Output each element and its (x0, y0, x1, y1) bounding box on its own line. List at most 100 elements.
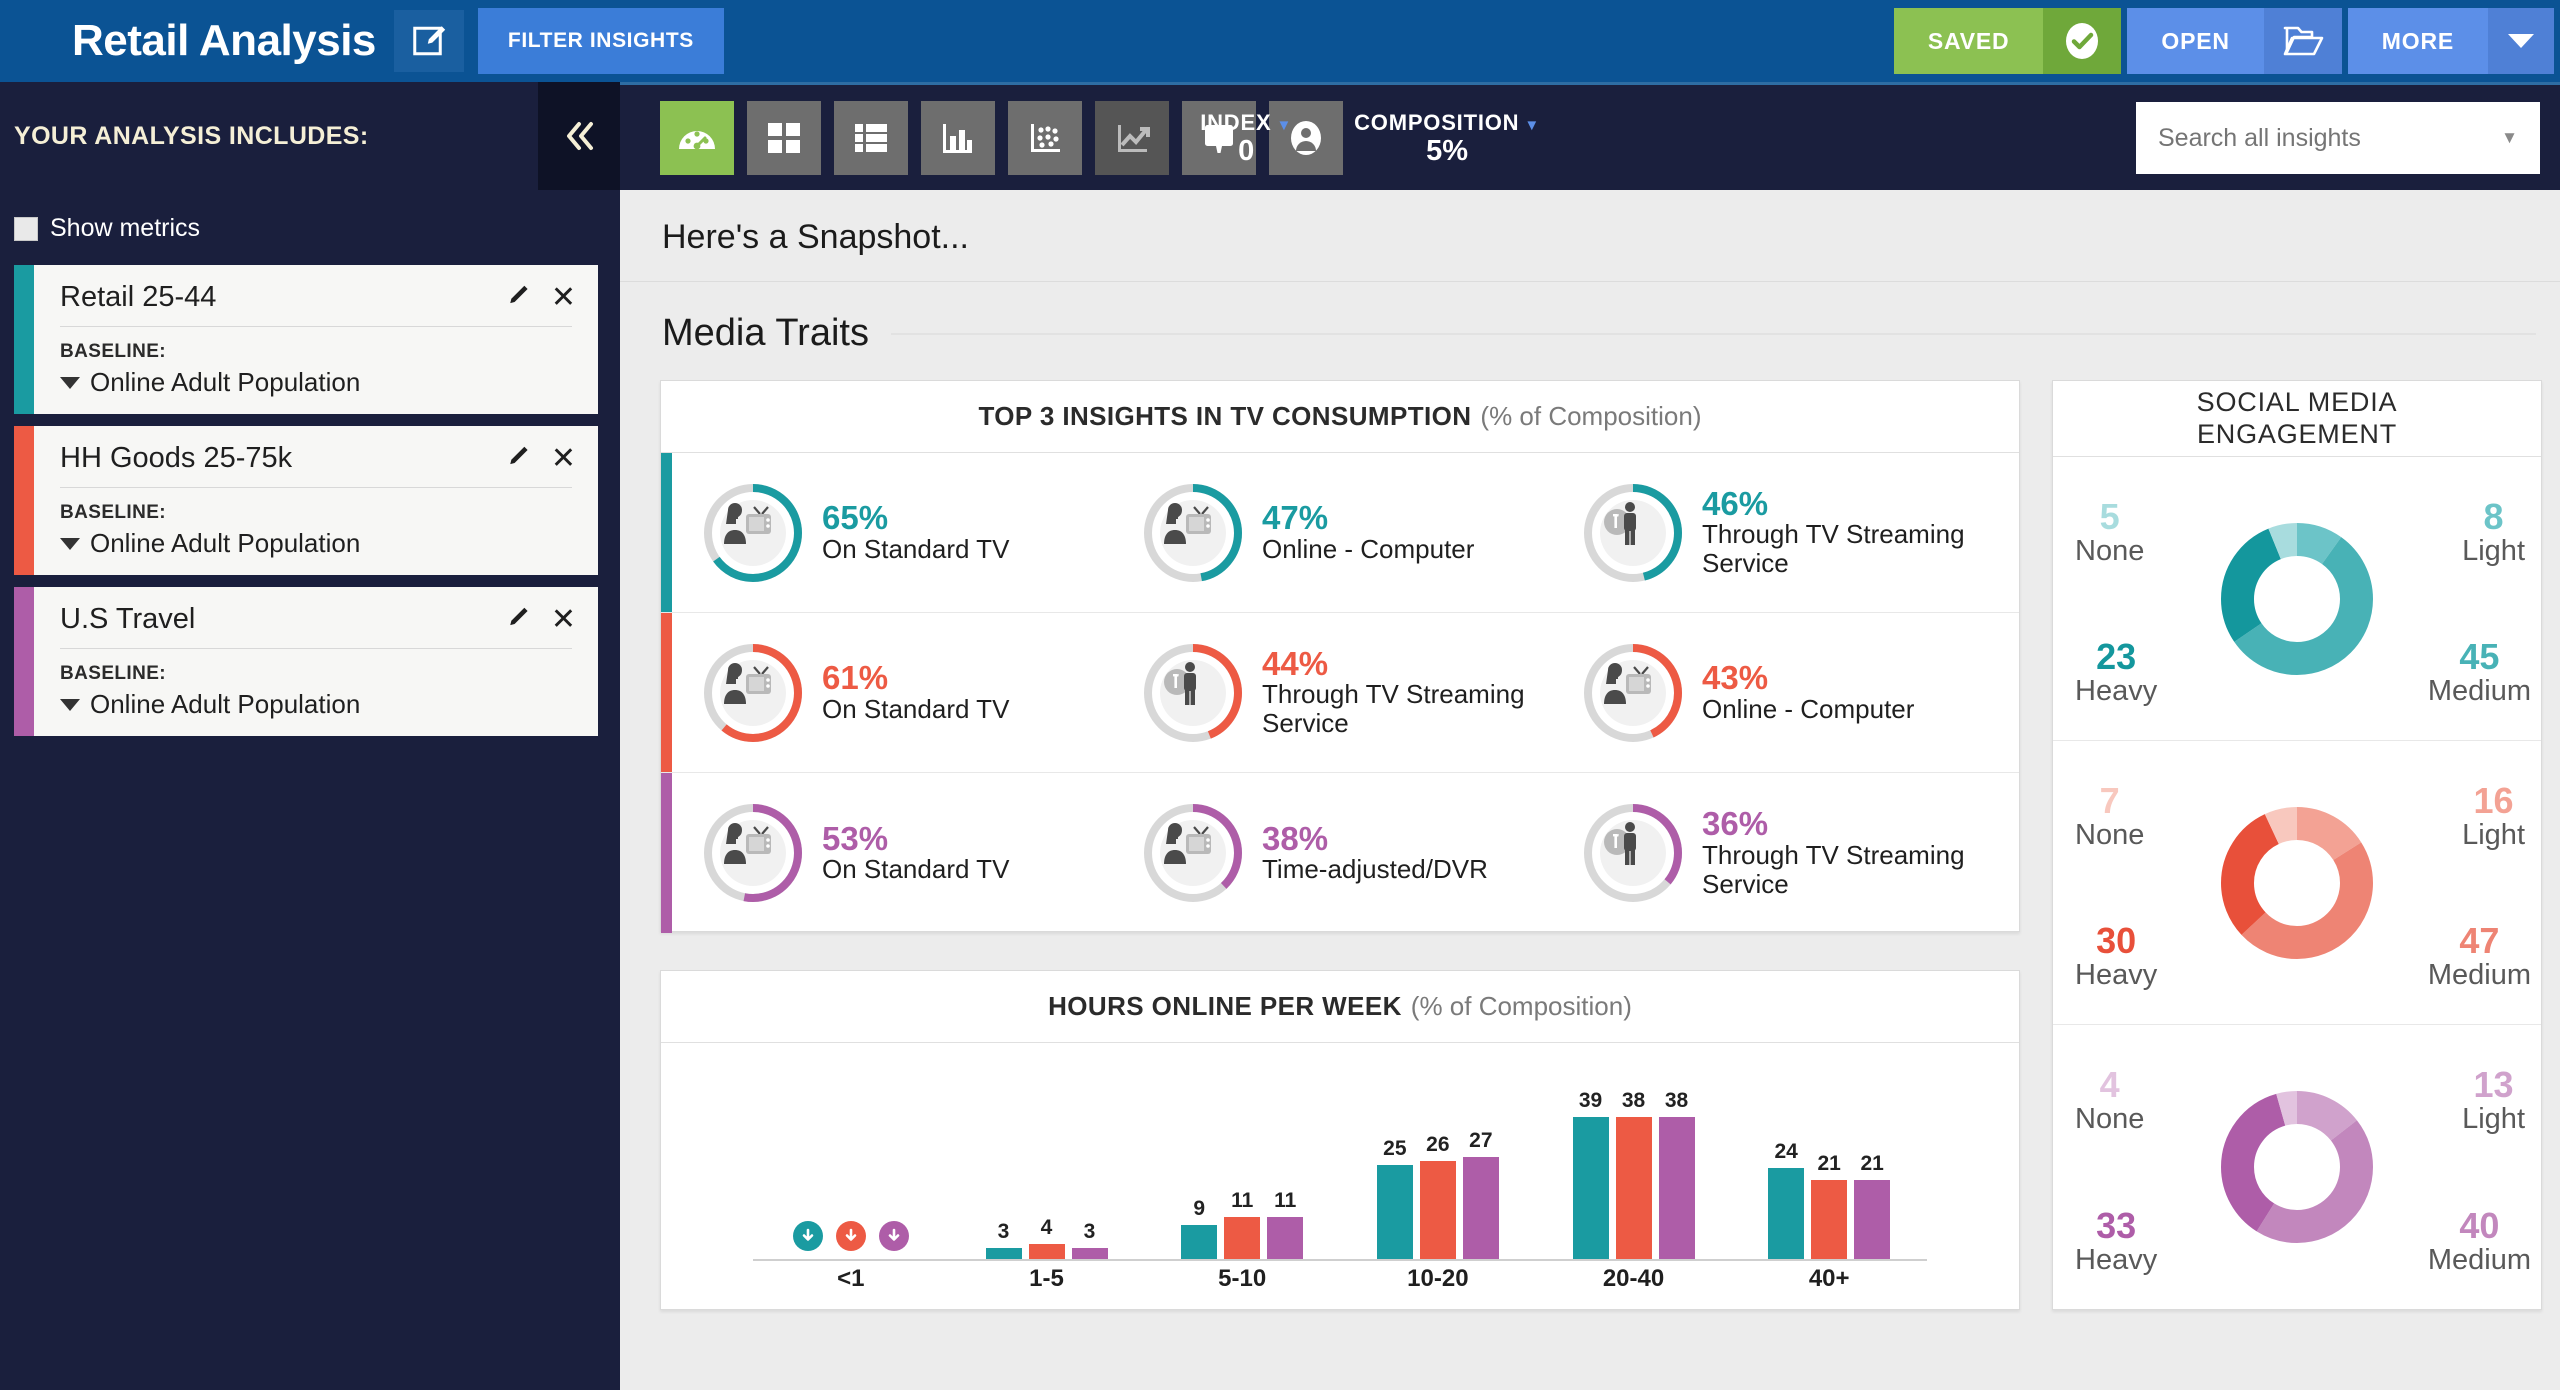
bar-rect (1071, 1248, 1108, 1259)
baseline-selector[interactable]: Online Adult Population (60, 367, 598, 398)
person-watching-tv-icon (1600, 659, 1666, 726)
bar-item[interactable] (833, 1089, 869, 1259)
bar-item[interactable]: 39 (1572, 1089, 1609, 1259)
bar-item[interactable]: 9 (1181, 1089, 1218, 1259)
view-icon-scatter-plot[interactable] (1008, 101, 1082, 175)
bar-item[interactable]: 38 (1615, 1089, 1652, 1259)
close-icon[interactable]: ✕ (551, 282, 576, 313)
bar-chart-icon (943, 124, 972, 153)
tv-insight-cells: 61% On Standard TV 44% Through TV Streaming… (672, 613, 2019, 772)
bar-item[interactable]: 38 (1658, 1089, 1695, 1259)
more-button[interactable]: MORE (2347, 8, 2554, 74)
baseline-selector[interactable]: Online Adult Population (60, 689, 598, 720)
bar-value-label: 38 (1664, 1089, 1689, 1112)
search-container[interactable]: ▼ (2136, 102, 2540, 174)
tv-insight-cell[interactable]: 46% Through TV Streaming Service (1552, 453, 1992, 612)
show-metrics-checkbox[interactable] (14, 216, 38, 241)
bar-item[interactable]: 3 (1071, 1089, 1108, 1259)
tv-insight-cell[interactable]: 36% Through TV Streaming Service (1552, 773, 1992, 933)
close-icon[interactable]: ✕ (551, 443, 576, 474)
composition-metric[interactable]: COMPOSITION ▼ 5% (1354, 110, 1540, 168)
segment-card[interactable]: U.S Travel ✕ BASELINE: Online Adult Populat… (14, 587, 598, 736)
bar-value-label: 25 (1383, 1137, 1407, 1160)
tv-insight-cell[interactable]: 43% Online - Computer (1552, 613, 1992, 772)
bar-item[interactable]: 24 (1768, 1089, 1805, 1259)
close-icon[interactable]: ✕ (551, 604, 576, 635)
tv-insight-label: Online - Computer (1702, 693, 1915, 724)
view-icon-trend-line[interactable] (1095, 101, 1169, 175)
bar-group: 24 21 21 (1731, 1089, 1927, 1259)
show-metrics-toggle[interactable]: Show metrics (0, 190, 620, 265)
tv-insight-cell[interactable]: 47% Online - Computer (1112, 453, 1552, 612)
donut-chart[interactable] (2213, 1083, 2381, 1251)
sidebar-collapse-button[interactable] (538, 82, 620, 190)
edit-pencil-icon[interactable] (507, 443, 533, 474)
percent-gauge (1582, 802, 1684, 904)
tv-consumption-rows: 65% On Standard TV 47% Online - Computer 46%… (661, 453, 2019, 933)
person-watching-tv-icon (1160, 820, 1226, 886)
tv-insight-percent: 61% (822, 659, 889, 697)
bar-item[interactable] (790, 1089, 826, 1259)
donut-legend-value: 8 (2483, 496, 2504, 537)
chevron-down-icon[interactable] (60, 537, 80, 550)
donut-legend-label: Heavy (2075, 1243, 2158, 1276)
saved-button[interactable]: SAVED (1893, 8, 2122, 74)
filter-insights-button[interactable]: FILTER INSIGHTS (477, 8, 724, 74)
tv-insight-cell[interactable]: 44% Through TV Streaming Service (1112, 613, 1552, 772)
tv-insight-text: 61% On Standard TV (822, 661, 1009, 724)
person-watching-tv-icon (724, 502, 771, 544)
search-input[interactable] (2136, 102, 2502, 174)
segment-name: HH Goods 25-75k (60, 442, 293, 474)
open-button[interactable]: OPEN (2127, 8, 2342, 74)
bar-item[interactable]: 11 (1267, 1089, 1304, 1259)
segment-card[interactable]: HH Goods 25-75k ✕ BASELINE: Online Adult Po… (14, 426, 598, 575)
x-axis-tick-label: 40+ (1808, 1265, 1850, 1292)
segment-card[interactable]: Retail 25-44 ✕ BASELINE: Online Adult Popul… (14, 265, 598, 414)
social-media-engagement-title: SOCIAL MEDIA ENGAGEMENT (2053, 381, 2541, 457)
x-axis-tick-label: <1 (837, 1265, 865, 1292)
bar-rect (1267, 1217, 1304, 1259)
view-icon-list-rows[interactable] (834, 101, 908, 175)
tv-insight-percent: 46% (1702, 484, 1769, 522)
view-icon-grid-tiles[interactable] (747, 101, 821, 175)
donut-chart[interactable] (2213, 515, 2381, 683)
view-icon-dashboard-gauge[interactable] (660, 101, 734, 175)
tv-insight-label: Time-adjusted/DVR (1262, 854, 1488, 885)
chevron-down-icon[interactable] (60, 376, 80, 389)
tv-insight-cell[interactable]: 53% On Standard TV (672, 773, 1112, 933)
edit-pencil-icon[interactable] (507, 604, 533, 635)
chevron-down-icon[interactable] (60, 698, 80, 711)
hours-online-plot: 3 4 3 9 11 11 25 26 27 39 38 38 24 21 21 <1 1-5 5-10 10-2… (661, 1043, 2019, 1311)
bar-item[interactable]: 21 (1854, 1089, 1891, 1259)
tv-insight-cell[interactable]: 61% On Standard TV (672, 613, 1112, 772)
bar-item[interactable]: 4 (1028, 1089, 1065, 1259)
bar-item[interactable]: 3 (985, 1089, 1022, 1259)
bar-item[interactable]: 27 (1462, 1089, 1499, 1259)
person-watching-tv-icon (720, 659, 786, 726)
view-icon-bar-chart[interactable] (921, 101, 995, 175)
bar-item[interactable] (876, 1089, 912, 1259)
divider (890, 332, 2536, 335)
edit-pencil-icon[interactable] (507, 282, 533, 313)
index-metric[interactable]: INDEX ▼ 0 (1200, 110, 1292, 168)
edit-title-button[interactable] (393, 10, 464, 72)
donut-chart[interactable] (2213, 799, 2381, 967)
donut-legend-label: None (2075, 534, 2145, 567)
grid-tiles-icon (768, 123, 800, 153)
bar-value-label: 21 (1817, 1152, 1841, 1175)
tv-insight-percent: 65% (822, 499, 889, 537)
tv-insight-text: 65% On Standard TV (822, 501, 1009, 564)
segment-name: Retail 25-44 (60, 281, 217, 313)
baseline-label: BASELINE: (60, 663, 166, 684)
chevron-down-icon[interactable]: ▼ (2501, 128, 2540, 148)
tv-insight-cell[interactable]: 38% Time-adjusted/DVR (1112, 773, 1552, 933)
tv-insight-cell[interactable]: 65% On Standard TV (672, 453, 1112, 612)
bar-item[interactable]: 21 (1811, 1089, 1848, 1259)
bar-item[interactable]: 11 (1224, 1089, 1261, 1259)
donut-legend-value: 47 (2459, 919, 2500, 961)
person-standing-icon (1160, 659, 1226, 726)
baseline-selector[interactable]: Online Adult Population (60, 528, 598, 559)
tv-consumption-title: TOP 3 INSIGHTS IN TV CONSUMPTION (% of C… (661, 381, 2019, 453)
bar-item[interactable]: 25 (1376, 1089, 1413, 1259)
bar-item[interactable]: 26 (1419, 1089, 1456, 1259)
